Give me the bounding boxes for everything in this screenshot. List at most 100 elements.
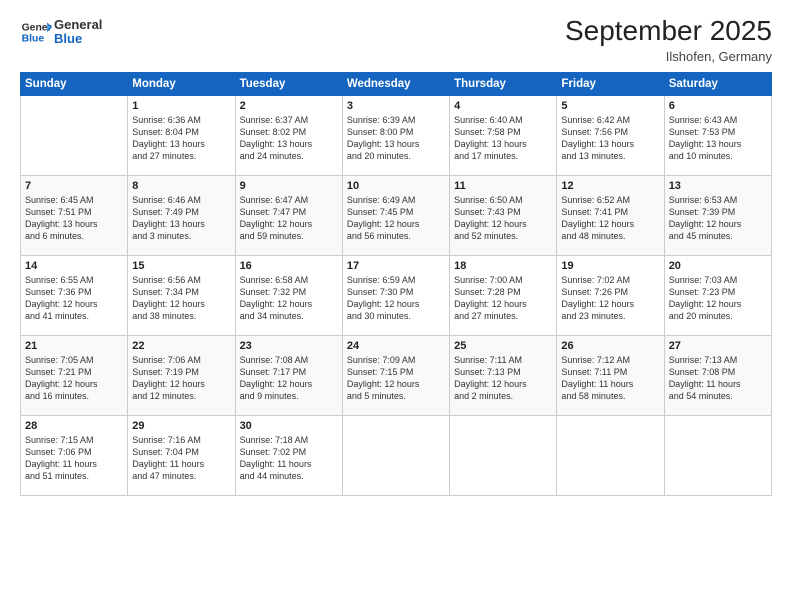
table-row: 2 Sunrise: 6:37 AM Sunset: 8:02 PM Daylig… [235, 95, 342, 175]
day-number: 25 [454, 340, 552, 352]
table-row: 30Sunrise: 7:18 AM Sunset: 7:02 PM Dayli… [235, 415, 342, 495]
day-number: 22 [132, 340, 230, 352]
table-row: 20 Sunrise: 7:03 AM Sunset: 7:23 PM Dayli… [664, 255, 771, 335]
day-info: Sunrise: 7:00 AM Sunset: 7:28 PM Dayligh… [454, 274, 552, 323]
table-row [21, 95, 128, 175]
day-info: Sunrise: 7:05 AM Sunset: 7:21 PM Dayligh… [25, 354, 123, 403]
table-row [450, 415, 557, 495]
day-info: Sunrise: 7:16 AM Sunset: 7:04 PM Dayligh… [132, 434, 230, 483]
day-info: Sunrise: 6:59 AM Sunset: 7:30 PM Dayligh… [347, 274, 445, 323]
table-row: 3Sunrise: 6:39 AM Sunset: 8:00 PM Daylig… [342, 95, 449, 175]
day-number: 20 [669, 260, 767, 272]
col-sunday: Sunday [21, 72, 128, 95]
table-row: 26 Sunrise: 7:12 AM Sunset: 7:11 PM Dayli… [557, 335, 664, 415]
table-row: 7 Sunrise: 6:45 AM Sunset: 7:51 PM Daylig… [21, 175, 128, 255]
day-number: 27 [669, 340, 767, 352]
day-number: 18 [454, 260, 552, 272]
col-thursday: Thursday [450, 72, 557, 95]
day-number: 15 [132, 260, 230, 272]
day-info: Sunrise: 7:12 AM Sunset: 7:11 PM Dayligh… [561, 354, 659, 403]
day-info: Sunrise: 6:45 AM Sunset: 7:51 PM Dayligh… [25, 194, 123, 243]
day-number: 11 [454, 180, 552, 192]
logo-icon: General Blue [20, 16, 52, 48]
week-row-0: 1Sunrise: 6:36 AM Sunset: 8:04 PM Daylig… [21, 95, 772, 175]
table-row: 14Sunrise: 6:55 AM Sunset: 7:36 PM Dayli… [21, 255, 128, 335]
day-number: 16 [240, 260, 338, 272]
table-row [664, 415, 771, 495]
week-row-2: 14Sunrise: 6:55 AM Sunset: 7:36 PM Dayli… [21, 255, 772, 335]
day-number: 28 [25, 420, 123, 432]
day-number: 10 [347, 180, 445, 192]
table-row: 29 Sunrise: 7:16 AM Sunset: 7:04 PM Dayli… [128, 415, 235, 495]
day-number: 17 [347, 260, 445, 272]
day-number: 9 [240, 180, 338, 192]
table-row: 6Sunrise: 6:43 AM Sunset: 7:53 PM Daylig… [664, 95, 771, 175]
day-info: Sunrise: 6:43 AM Sunset: 7:53 PM Dayligh… [669, 114, 767, 163]
location: Ilshofen, Germany [565, 49, 772, 64]
calendar-table: Sunday Monday Tuesday Wednesday Thursday… [20, 72, 772, 496]
day-info: Sunrise: 6:42 AM Sunset: 7:56 PM Dayligh… [561, 114, 659, 163]
table-row: 4Sunrise: 6:40 AM Sunset: 7:58 PM Daylig… [450, 95, 557, 175]
table-row: 8 Sunrise: 6:46 AM Sunset: 7:49 PM Daylig… [128, 175, 235, 255]
table-row: 17 Sunrise: 6:59 AM Sunset: 7:30 PM Dayli… [342, 255, 449, 335]
title-block: September 2025 Ilshofen, Germany [565, 16, 772, 64]
table-row: 1Sunrise: 6:36 AM Sunset: 8:04 PM Daylig… [128, 95, 235, 175]
logo-line1: General [54, 18, 102, 32]
col-saturday: Saturday [664, 72, 771, 95]
header-row: Sunday Monday Tuesday Wednesday Thursday… [21, 72, 772, 95]
table-row: 15Sunrise: 6:56 AM Sunset: 7:34 PM Dayli… [128, 255, 235, 335]
day-info: Sunrise: 6:40 AM Sunset: 7:58 PM Dayligh… [454, 114, 552, 163]
day-info: Sunrise: 6:55 AM Sunset: 7:36 PM Dayligh… [25, 274, 123, 323]
day-info: Sunrise: 6:50 AM Sunset: 7:43 PM Dayligh… [454, 194, 552, 243]
table-row [557, 415, 664, 495]
day-info: Sunrise: 6:47 AM Sunset: 7:47 PM Dayligh… [240, 194, 338, 243]
day-info: Sunrise: 7:13 AM Sunset: 7:08 PM Dayligh… [669, 354, 767, 403]
day-number: 13 [669, 180, 767, 192]
day-info: Sunrise: 6:53 AM Sunset: 7:39 PM Dayligh… [669, 194, 767, 243]
month-title: September 2025 [565, 16, 772, 47]
day-number: 23 [240, 340, 338, 352]
day-number: 8 [132, 180, 230, 192]
table-row: 16 Sunrise: 6:58 AM Sunset: 7:32 PM Dayli… [235, 255, 342, 335]
day-number: 24 [347, 340, 445, 352]
table-row: 22 Sunrise: 7:06 AM Sunset: 7:19 PM Dayli… [128, 335, 235, 415]
table-row [342, 415, 449, 495]
day-number: 7 [25, 180, 123, 192]
day-number: 3 [347, 100, 445, 112]
col-monday: Monday [128, 72, 235, 95]
day-info: Sunrise: 6:46 AM Sunset: 7:49 PM Dayligh… [132, 194, 230, 243]
day-info: Sunrise: 6:36 AM Sunset: 8:04 PM Dayligh… [132, 114, 230, 163]
table-row: 25 Sunrise: 7:11 AM Sunset: 7:13 PM Dayli… [450, 335, 557, 415]
col-wednesday: Wednesday [342, 72, 449, 95]
table-row: 19 Sunrise: 7:02 AM Sunset: 7:26 PM Dayli… [557, 255, 664, 335]
day-info: Sunrise: 7:08 AM Sunset: 7:17 PM Dayligh… [240, 354, 338, 403]
table-row: 21Sunrise: 7:05 AM Sunset: 7:21 PM Dayli… [21, 335, 128, 415]
week-row-1: 7 Sunrise: 6:45 AM Sunset: 7:51 PM Daylig… [21, 175, 772, 255]
table-row: 18 Sunrise: 7:00 AM Sunset: 7:28 PM Dayli… [450, 255, 557, 335]
day-number: 5 [561, 100, 659, 112]
day-number: 29 [132, 420, 230, 432]
day-info: Sunrise: 6:58 AM Sunset: 7:32 PM Dayligh… [240, 274, 338, 323]
day-info: Sunrise: 7:02 AM Sunset: 7:26 PM Dayligh… [561, 274, 659, 323]
day-number: 30 [240, 420, 338, 432]
day-info: Sunrise: 7:15 AM Sunset: 7:06 PM Dayligh… [25, 434, 123, 483]
day-number: 2 [240, 100, 338, 112]
logo-line2: Blue [54, 32, 102, 46]
table-row: 13 Sunrise: 6:53 AM Sunset: 7:39 PM Dayli… [664, 175, 771, 255]
table-row: 10 Sunrise: 6:49 AM Sunset: 7:45 PM Dayli… [342, 175, 449, 255]
week-row-4: 28 Sunrise: 7:15 AM Sunset: 7:06 PM Dayli… [21, 415, 772, 495]
day-info: Sunrise: 6:52 AM Sunset: 7:41 PM Dayligh… [561, 194, 659, 243]
day-number: 26 [561, 340, 659, 352]
day-info: Sunrise: 6:49 AM Sunset: 7:45 PM Dayligh… [347, 194, 445, 243]
page: General Blue General Blue September 2025… [0, 0, 792, 612]
day-info: Sunrise: 7:06 AM Sunset: 7:19 PM Dayligh… [132, 354, 230, 403]
day-info: Sunrise: 7:03 AM Sunset: 7:23 PM Dayligh… [669, 274, 767, 323]
day-number: 19 [561, 260, 659, 272]
table-row: 23 Sunrise: 7:08 AM Sunset: 7:17 PM Dayli… [235, 335, 342, 415]
col-friday: Friday [557, 72, 664, 95]
table-row: 28 Sunrise: 7:15 AM Sunset: 7:06 PM Dayli… [21, 415, 128, 495]
header: General Blue General Blue September 2025… [20, 16, 772, 64]
table-row: 11 Sunrise: 6:50 AM Sunset: 7:43 PM Dayli… [450, 175, 557, 255]
day-info: Sunrise: 6:37 AM Sunset: 8:02 PM Dayligh… [240, 114, 338, 163]
day-info: Sunrise: 7:11 AM Sunset: 7:13 PM Dayligh… [454, 354, 552, 403]
